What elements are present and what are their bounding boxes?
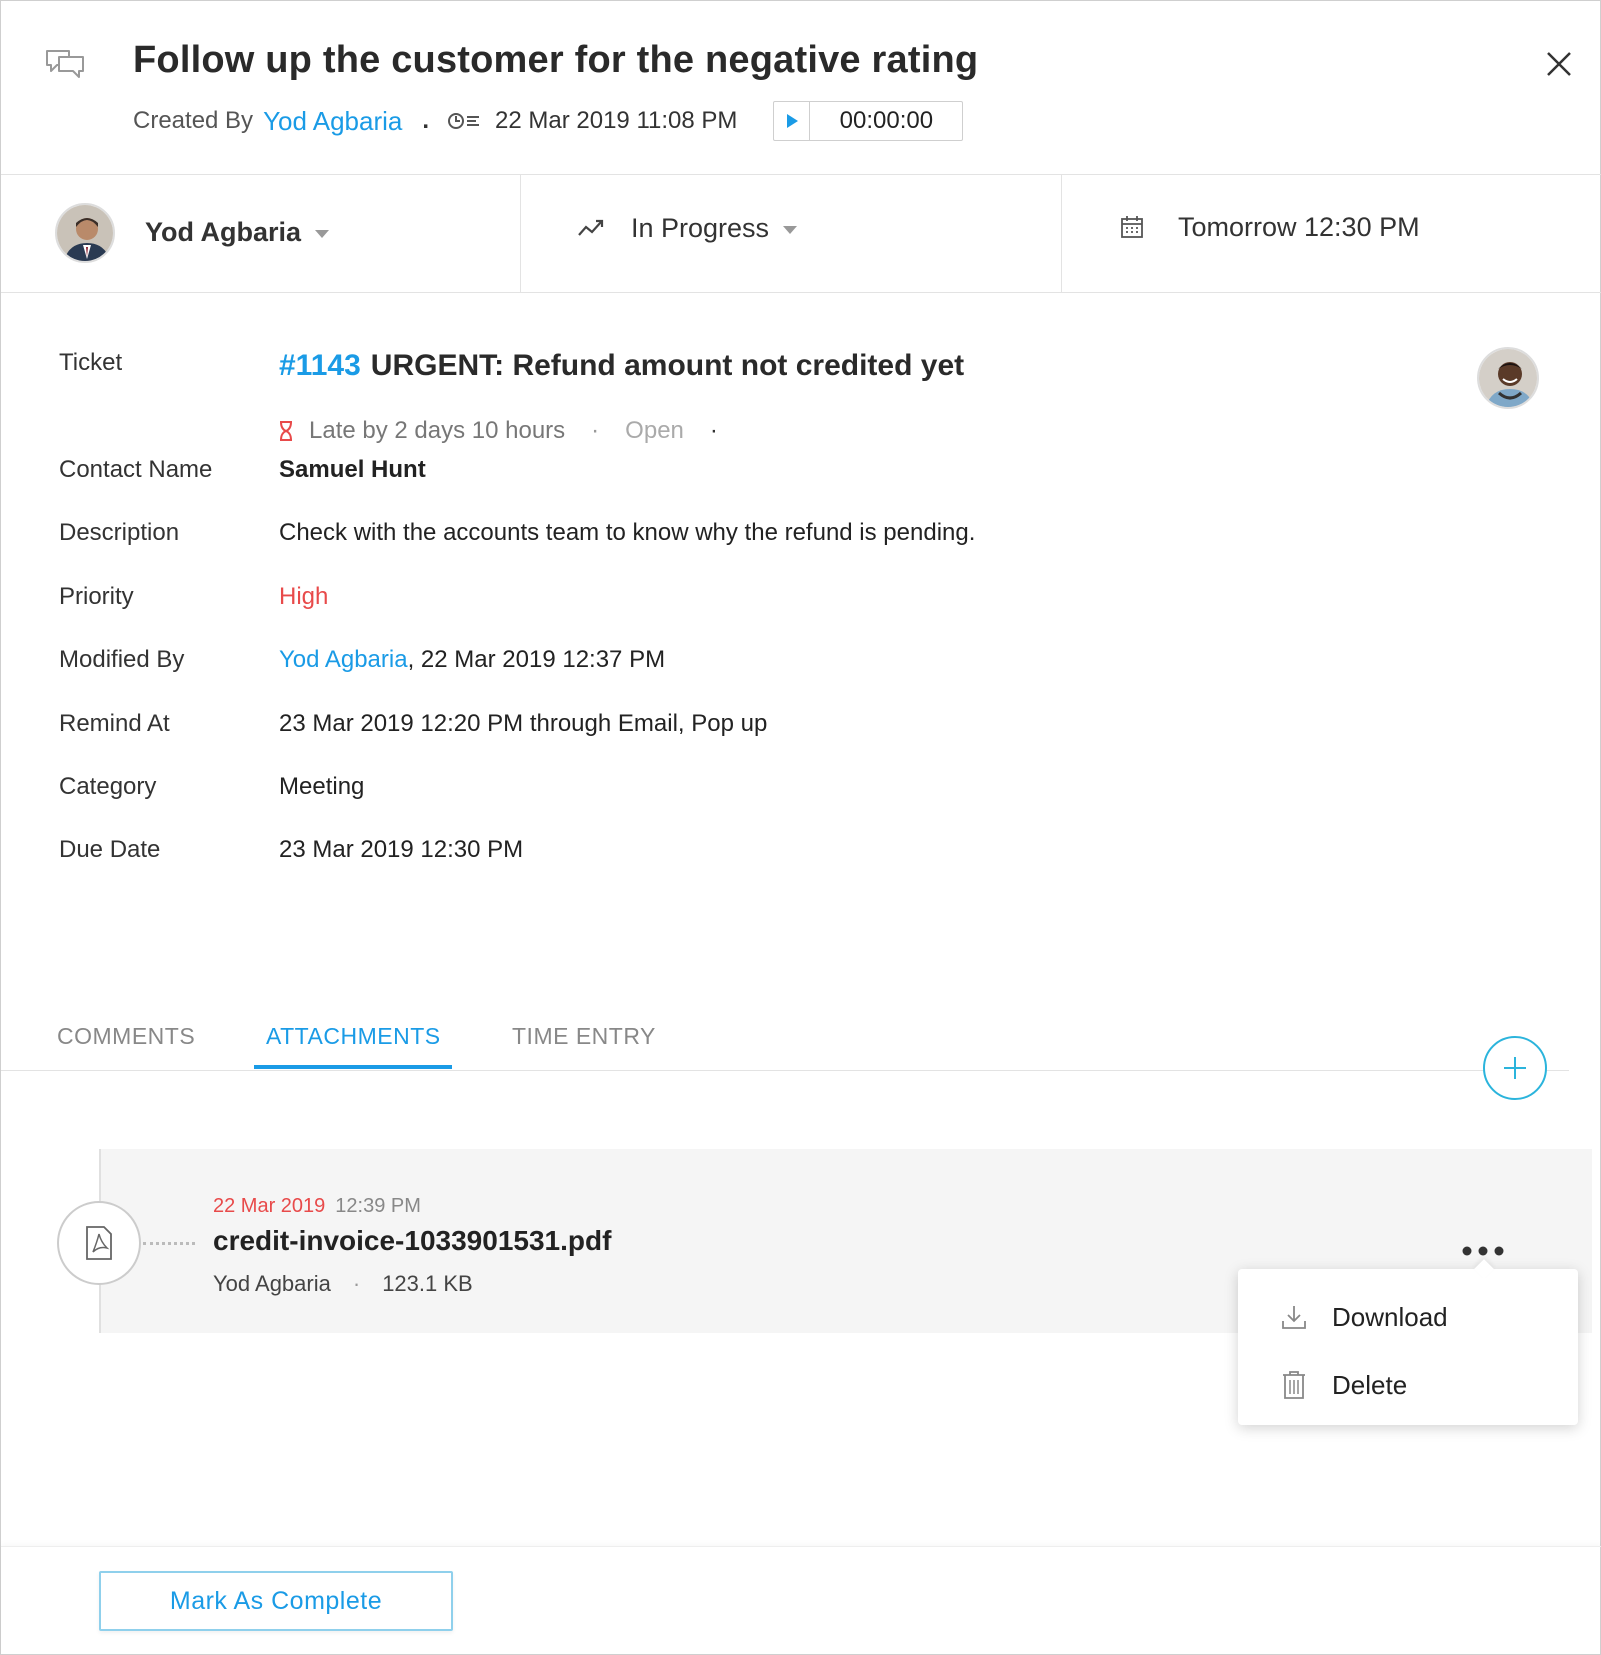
created-at: 22 Mar 2019 11:08 PM (495, 107, 738, 134)
due-text: Tomorrow 12:30 PM (1178, 212, 1420, 242)
owner-name: Yod Agbaria (145, 217, 330, 248)
field-description: Description Check with the accounts team… (59, 519, 975, 547)
contact-avatar (1477, 347, 1539, 409)
play-icon (786, 114, 798, 128)
ticket-row: Ticket (59, 349, 279, 377)
download-label: Download (1332, 1301, 1448, 1332)
trend-icon (578, 219, 604, 236)
page-title: Follow up the customer for the negative … (133, 39, 979, 81)
timeline-connector (143, 1242, 195, 1245)
attachment-uploader: Yod Agbaria (213, 1271, 331, 1296)
tab-attachments[interactable]: ATTACHMENTS (266, 1023, 441, 1050)
modified-by-date: 22 Mar 2019 12:37 PM (420, 646, 666, 673)
contact-name-value[interactable]: Samuel Hunt (279, 456, 426, 484)
plus-icon (1504, 1057, 1526, 1079)
due-date-value: 23 Mar 2019 12:30 PM (279, 836, 524, 863)
timer-value: 00:00:00 (839, 107, 934, 134)
task-chat-icon (46, 50, 84, 78)
task-header: Follow up the customer for the negative … (1, 1, 1601, 175)
close-icon[interactable] (1546, 51, 1572, 77)
task-detail-panel: Follow up the customer for the negative … (0, 0, 1601, 1655)
field-category: Category Meeting (59, 773, 364, 801)
field-priority: Priority High (59, 583, 328, 611)
attachment-meta: Yod Agbaria · 123.1 KB (213, 1271, 473, 1297)
field-label: Due Date (59, 836, 161, 863)
ticket-subject: URGENT: Refund amount not credited yet (370, 349, 965, 382)
attachment-date-day: 22 Mar 2019 (213, 1195, 326, 1217)
task-meta: Created By Yod Agbaria . 22 Mar 2019 11:… (133, 101, 964, 141)
tab-bar: COMMENTS ATTACHMENTS TIME ENTRY (1, 1001, 1569, 1071)
ticket-label: Ticket (59, 349, 123, 376)
attachment-context-menu: Download Delete (1238, 1269, 1578, 1425)
remind-at-value: 23 Mar 2019 12:20 PM through Email, Pop … (279, 710, 768, 737)
priority-value: High (279, 583, 329, 610)
status-value: In Progress (631, 213, 798, 244)
chevron-down-icon (315, 229, 330, 238)
modified-by-user-link[interactable]: Yod Agbaria (279, 646, 408, 673)
dot-separator: · (709, 417, 718, 444)
field-label: Modified By (59, 646, 185, 673)
status-selector[interactable]: In Progress (521, 175, 1062, 293)
attachment-date: 22 Mar 2019 12:39 PM (213, 1195, 421, 1218)
attachment-filename[interactable]: credit-invoice-1033901531.pdf (213, 1225, 611, 1257)
created-by-label: Created By (133, 107, 254, 134)
ticket-link[interactable]: #1143 URGENT: Refund amount not credited … (279, 349, 964, 383)
modified-by-value: Yod Agbaria, 22 Mar 2019 12:37 PM (279, 646, 665, 674)
meta-separator: . (422, 107, 430, 134)
clock-list-icon (448, 113, 480, 129)
field-label: Description (59, 519, 180, 546)
created-by-link[interactable]: Yod Agbaria (263, 106, 402, 137)
field-remind-at: Remind At 23 Mar 2019 12:20 PM through E… (59, 710, 767, 738)
calendar-icon (1121, 216, 1143, 238)
mark-as-complete-button[interactable]: Mark As Complete (99, 1571, 453, 1631)
menu-item-download[interactable]: Download (1280, 1297, 1448, 1337)
ticket-number[interactable]: #1143 (279, 349, 361, 382)
field-contact-name: Contact Name Samuel Hunt (59, 456, 426, 484)
attachment-time: 12:39 PM (335, 1195, 421, 1217)
owner-avatar (55, 203, 115, 263)
trash-icon (1283, 1371, 1305, 1399)
status-text: In Progress (631, 213, 770, 243)
status-strip: Yod Agbaria In Progress Tomorrow 12:30 P… (1, 175, 1601, 293)
footer-bar: Mark As Complete (1, 1546, 1601, 1655)
download-icon (1282, 1306, 1306, 1329)
owner-selector[interactable]: Yod Agbaria (1, 175, 521, 293)
field-label: Remind At (59, 710, 170, 737)
menu-item-delete[interactable]: Delete (1280, 1365, 1407, 1405)
hourglass-icon (280, 421, 292, 441)
modified-by-joiner: , (407, 646, 421, 673)
late-text: Late by 2 days 10 hours (309, 417, 566, 444)
ticket-status: Open (625, 417, 684, 444)
chevron-down-icon (783, 225, 798, 234)
field-due-date: Due Date 23 Mar 2019 12:30 PM (59, 836, 523, 864)
field-label: Priority (59, 583, 134, 610)
description-value: Check with the accounts team to know why… (279, 519, 976, 546)
delete-label: Delete (1332, 1369, 1408, 1400)
due-date-selector[interactable]: Tomorrow 12:30 PM (1062, 175, 1601, 293)
add-attachment-button[interactable] (1483, 1036, 1547, 1100)
active-tab-indicator (254, 1065, 452, 1069)
dot-separator: · (591, 417, 600, 444)
field-label: Category (59, 773, 157, 800)
field-label: Contact Name (59, 456, 213, 483)
more-options-icon[interactable] (1461, 1245, 1505, 1257)
tab-time-entry[interactable]: TIME ENTRY (512, 1023, 656, 1050)
attachment-size: 123.1 KB (382, 1271, 473, 1296)
field-modified-by: Modified By Yod Agbaria, 22 Mar 2019 12:… (59, 646, 665, 674)
tab-comments[interactable]: COMMENTS (57, 1023, 195, 1050)
pdf-file-icon (57, 1201, 141, 1285)
timer-widget: 00:00:00 (773, 101, 964, 141)
ticket-status-line: Late by 2 days 10 hours · Open · (279, 417, 744, 445)
dot-separator: · (352, 1271, 361, 1296)
timer-play-button[interactable] (774, 102, 811, 140)
owner-name-text: Yod Agbaria (145, 217, 302, 247)
category-value: Meeting (279, 773, 365, 800)
